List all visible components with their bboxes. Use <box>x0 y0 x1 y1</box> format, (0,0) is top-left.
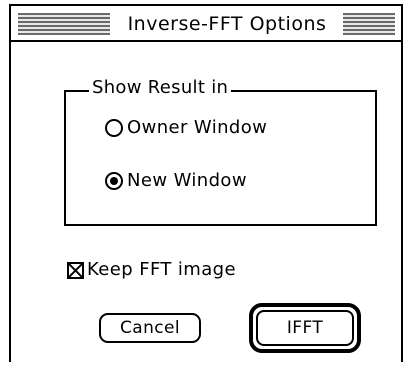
keep-fft-image-label[interactable]: Keep FFT image <box>87 258 236 282</box>
show-result-group-label: Show Result in <box>89 76 232 100</box>
radio-button-icon[interactable] <box>105 119 123 137</box>
checkbox-checked-icon[interactable] <box>67 261 84 279</box>
title-bar-stripes-left <box>18 13 110 35</box>
radio-owner-window[interactable]: Owner Window <box>105 116 267 140</box>
cancel-button[interactable]: Cancel <box>99 313 201 343</box>
title-bar-stripes-right <box>343 13 395 35</box>
radio-new-window-label[interactable]: New Window <box>127 169 247 193</box>
show-result-group <box>64 90 377 226</box>
dialog-title: Inverse-FFT Options <box>114 12 340 36</box>
title-bar[interactable]: Inverse-FFT Options <box>11 4 401 42</box>
ifft-button[interactable]: IFFT <box>256 310 354 346</box>
radio-new-window[interactable]: New Window <box>105 169 247 193</box>
inverse-fft-options-dialog: Inverse-FFT Options Show Result in Owner… <box>9 4 403 362</box>
radio-owner-window-label[interactable]: Owner Window <box>127 116 267 140</box>
keep-fft-image-checkbox[interactable]: Keep FFT image <box>67 258 236 282</box>
radio-button-selected-icon[interactable] <box>105 172 123 190</box>
